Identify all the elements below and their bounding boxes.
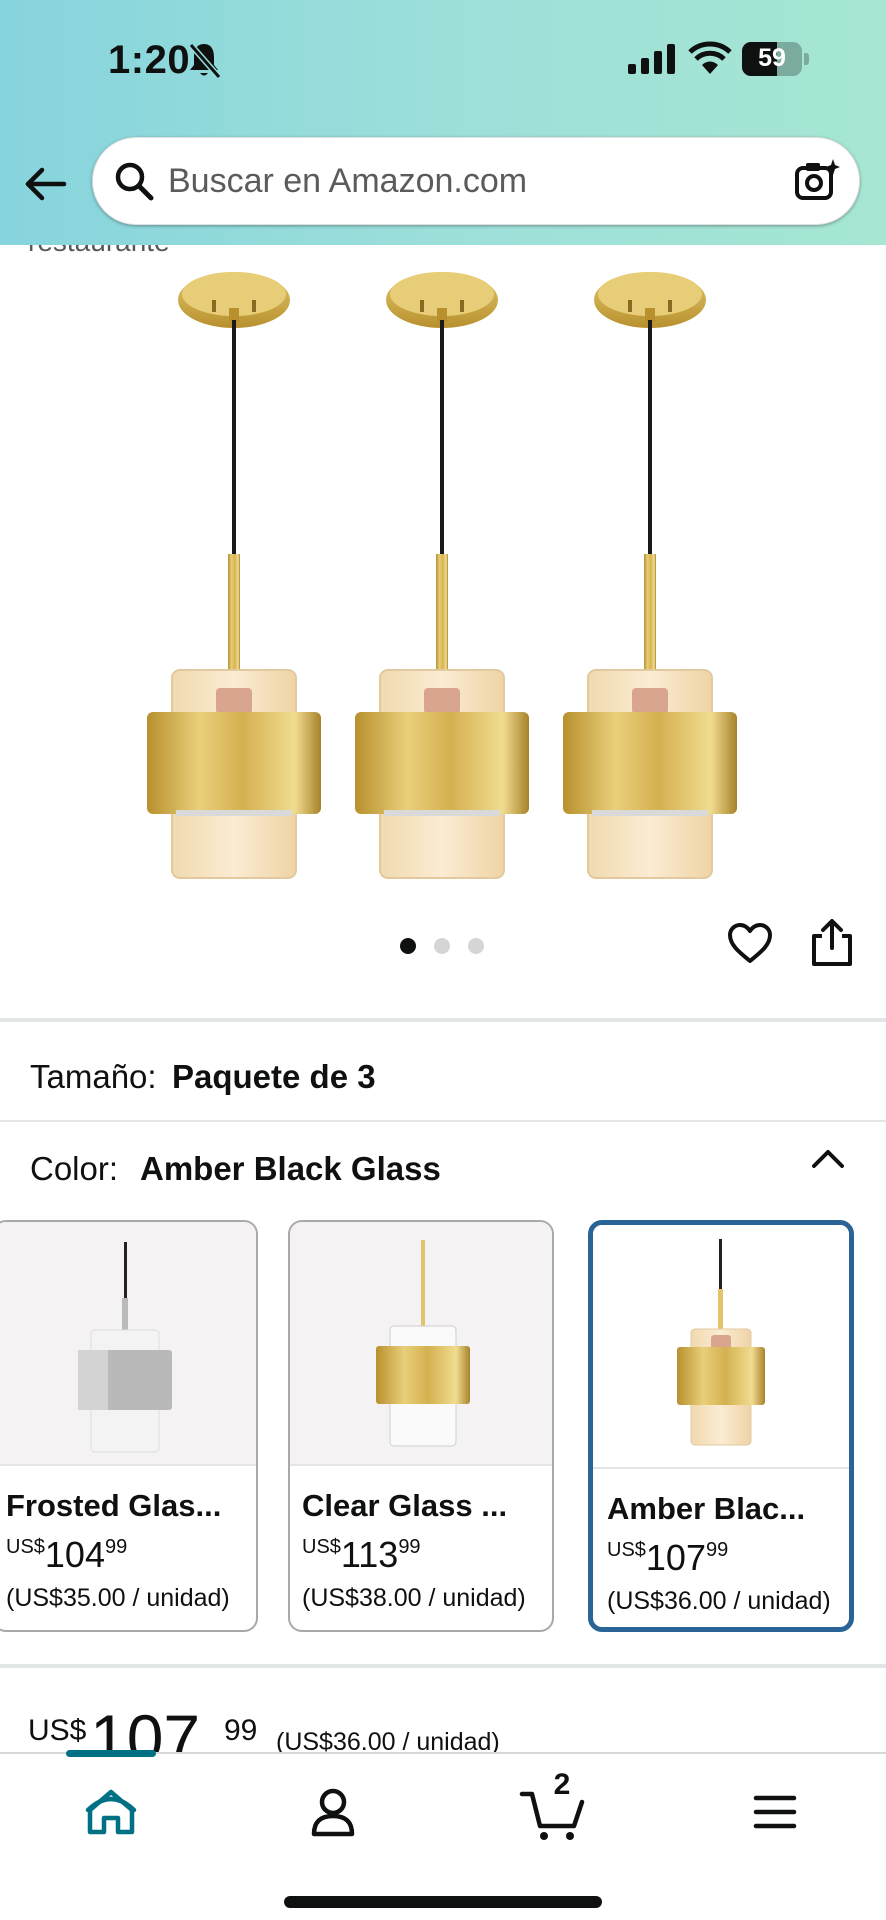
status-bar: 1:20 59 [0, 0, 886, 120]
camera-search-icon[interactable] [794, 157, 840, 208]
back-button[interactable] [22, 160, 70, 208]
share-icon[interactable] [810, 918, 854, 973]
back-arrow-icon [25, 167, 67, 201]
variant-image [290, 1222, 552, 1466]
color-variant-list: Frosted Glas... US$10499 (US$35.00 / uni… [0, 1220, 886, 1632]
variant-card-clear[interactable]: Clear Glass ... US$11399 (US$38.00 / uni… [288, 1220, 554, 1632]
product-image[interactable] [0, 250, 886, 890]
price-fraction: 99 [224, 1714, 258, 1747]
variant-unit-price: (US$38.00 / unidad) [302, 1584, 526, 1612]
variant-price: US$10799 [607, 1537, 729, 1578]
cellular-signal-icon [628, 44, 676, 79]
home-icon [85, 1789, 137, 1835]
battery-indicator: 59 [742, 42, 812, 76]
variant-name: Amber Blac... [607, 1491, 806, 1526]
variant-card-frosted[interactable]: Frosted Glas... US$10499 (US$35.00 / uni… [0, 1220, 258, 1632]
person-icon [311, 1788, 355, 1837]
variant-image [593, 1225, 849, 1469]
section-divider [0, 1664, 886, 1668]
search-input[interactable] [168, 155, 748, 207]
price-currency: US$ [28, 1714, 87, 1747]
variant-price: US$11399 [302, 1534, 421, 1575]
heart-icon[interactable] [727, 922, 773, 969]
nav-menu[interactable] [740, 1780, 810, 1844]
pager-dot[interactable] [468, 938, 484, 954]
silent-bell-icon [186, 40, 222, 85]
variant-card-amber[interactable]: Amber Blac... US$10799 (US$36.00 / unida… [588, 1220, 854, 1632]
pager-dot[interactable] [434, 938, 450, 954]
nav-account[interactable] [298, 1780, 368, 1844]
search-icon [112, 159, 156, 208]
color-value: Amber Black Glass [140, 1150, 441, 1187]
cart-count-badge: 2 [553, 1768, 571, 1801]
color-label: Color: [30, 1150, 119, 1187]
size-label: Tamaño: [30, 1058, 157, 1095]
variant-unit-price: (US$36.00 / unidad) [607, 1587, 831, 1615]
nav-active-indicator [66, 1750, 156, 1757]
variant-unit-price: (US$35.00 / unidad) [6, 1584, 230, 1612]
home-indicator[interactable] [284, 1896, 602, 1908]
nav-cart[interactable]: 2 [518, 1768, 588, 1844]
variant-image [0, 1222, 256, 1466]
section-divider [0, 1018, 886, 1022]
variant-name: Frosted Glas... [6, 1488, 222, 1523]
variant-name: Clear Glass ... [302, 1488, 508, 1523]
pager-dot[interactable] [400, 938, 416, 954]
variant-price: US$10499 [6, 1534, 128, 1575]
wifi-icon [688, 40, 732, 79]
status-time: 1:20 [108, 38, 191, 82]
nav-home[interactable] [76, 1780, 146, 1844]
battery-level: 59 [758, 44, 786, 72]
size-value: Paquete de 3 [172, 1058, 376, 1095]
section-divider [0, 1120, 886, 1122]
bottom-nav: 2 [0, 1750, 886, 1920]
app-header: 1:20 59 Buscar en Amazon.com [0, 0, 886, 245]
search-bar[interactable] [92, 137, 860, 225]
chevron-up-icon[interactable] [810, 1146, 846, 1175]
hamburger-menu-icon [753, 1795, 797, 1829]
